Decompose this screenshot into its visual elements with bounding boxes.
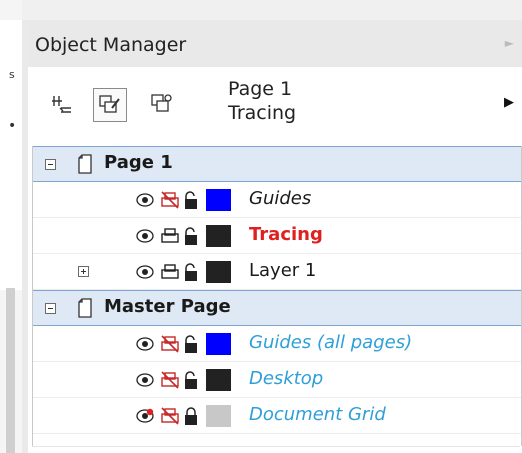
current-page-indicator: Page 1 Tracing [228, 77, 296, 125]
printer-disabled-icon[interactable] [160, 334, 180, 354]
layer-manager-view-icon[interactable] [146, 88, 178, 120]
printer-disabled-icon[interactable] [160, 406, 180, 426]
layer-name-guides: Guides [249, 188, 312, 209]
layer-name-desktop: Desktop [249, 368, 324, 389]
eye-hidden-icon[interactable] [136, 408, 154, 424]
eye-icon[interactable] [136, 192, 154, 208]
tree-bottom-border [32, 446, 520, 447]
expand-icon[interactable] [78, 266, 89, 277]
layer-color-swatch[interactable] [206, 369, 231, 391]
layer-color-swatch[interactable] [206, 225, 231, 247]
layer-properties-icon[interactable] [46, 88, 78, 120]
panel-title: Object Manager [35, 34, 187, 56]
lock-icon[interactable] [183, 370, 199, 390]
left-scrollbar[interactable] [6, 288, 15, 453]
top-bar [0, 0, 522, 20]
layer-name-guides-all-pages: Guides (all pages) [249, 332, 413, 353]
page-row-page-1[interactable]: Page 1 [33, 146, 521, 182]
edit-across-layers-icon[interactable] [93, 88, 127, 122]
collapse-icon[interactable] [45, 303, 56, 314]
flyout-arrow-icon[interactable]: ▶ [504, 95, 514, 110]
panel-pin-icon[interactable]: ► [505, 36, 514, 50]
lock-icon[interactable] [183, 262, 199, 282]
current-layer-name: Tracing [228, 102, 297, 124]
current-page-name: Page 1 [228, 78, 293, 100]
lock-icon[interactable] [183, 334, 199, 354]
left-panel-area [0, 20, 23, 290]
eye-icon[interactable] [136, 336, 154, 352]
page-row-master-page[interactable]: Master Page [33, 290, 521, 326]
layer-name-document-grid: Document Grid [249, 404, 386, 425]
lock-icon[interactable] [183, 406, 199, 426]
layer-row-document-grid[interactable]: Document Grid [33, 398, 521, 434]
layer-row-desktop[interactable]: Desktop [33, 362, 521, 398]
printer-icon[interactable] [160, 226, 180, 246]
layer-row-tracing[interactable]: Tracing [33, 218, 521, 254]
left-panel-dot: • [8, 118, 17, 134]
layer-name-tracing: Tracing [249, 224, 323, 245]
layer-row-guides-all-pages[interactable]: Guides (all pages) [33, 326, 521, 362]
page-icon [78, 154, 92, 174]
layer-name-layer-1: Layer 1 [249, 260, 317, 281]
layer-row-layer-1[interactable]: Layer 1 [33, 254, 521, 290]
page-name: Master Page [104, 296, 231, 317]
printer-disabled-icon[interactable] [160, 190, 180, 210]
lock-icon[interactable] [183, 226, 199, 246]
panel-header: Object Manager ► [28, 20, 522, 67]
layer-tree: Page 1 Guides Tracing Layer 1 Master Pag… [32, 146, 522, 446]
layer-color-swatch[interactable] [206, 189, 231, 211]
layer-color-swatch[interactable] [206, 405, 231, 427]
lock-icon[interactable] [183, 190, 199, 210]
left-panel-glyph: s [9, 68, 15, 81]
eye-icon[interactable] [136, 228, 154, 244]
layer-row-guides[interactable]: Guides [33, 182, 521, 218]
layer-color-swatch[interactable] [206, 333, 231, 355]
printer-disabled-icon[interactable] [160, 370, 180, 390]
eye-icon[interactable] [136, 264, 154, 280]
page-icon [78, 298, 92, 318]
collapse-icon[interactable] [45, 159, 56, 170]
object-manager-toolbar: Page 1 Tracing ▶ [28, 67, 522, 141]
page-name: Page 1 [104, 152, 173, 173]
left-panel-edge: s • [0, 0, 23, 453]
object-manager-panel: Object Manager ► Page 1 Tracing ▶ Page 1… [28, 20, 522, 453]
eye-icon[interactable] [136, 372, 154, 388]
printer-icon[interactable] [160, 262, 180, 282]
layer-color-swatch[interactable] [206, 261, 231, 283]
